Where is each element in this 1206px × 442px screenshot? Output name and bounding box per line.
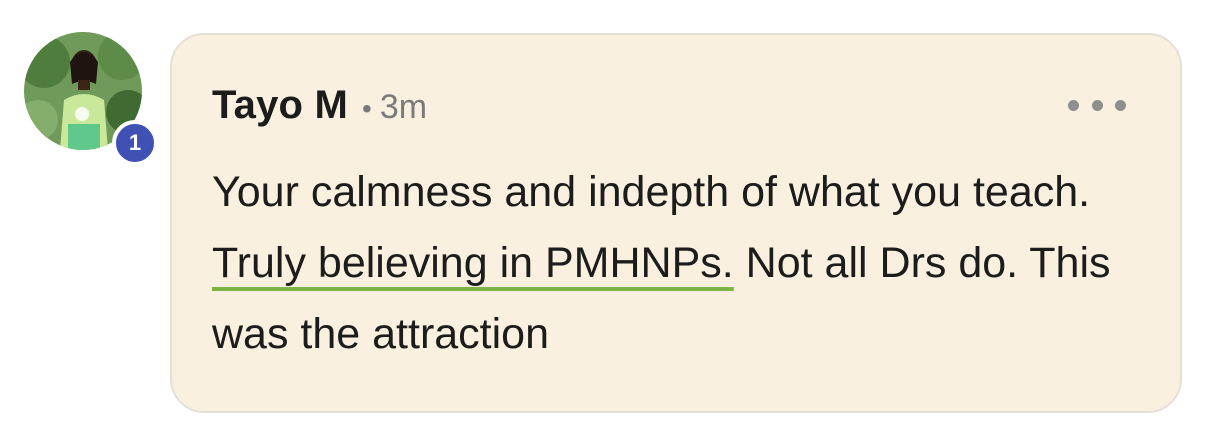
comment-item: 1 Tayo M • 3m Your calmness and indepth … bbox=[0, 0, 1206, 442]
highlighted-text: Truly believing in PMHNPs. bbox=[212, 239, 734, 287]
comment-text-before: Your calmness and indepth of what you te… bbox=[212, 168, 1091, 216]
more-horizontal-icon bbox=[1091, 99, 1103, 111]
author-name[interactable]: Tayo M bbox=[212, 83, 348, 128]
meta-separator: • bbox=[362, 93, 372, 124]
more-horizontal-icon bbox=[1068, 99, 1079, 111]
notification-badge: 1 bbox=[112, 120, 158, 166]
more-options-button[interactable] bbox=[1068, 87, 1126, 123]
comment-text: Your calmness and indepth of what you te… bbox=[212, 157, 1152, 370]
avatar-container[interactable]: 1 bbox=[24, 32, 158, 166]
comment-bubble: Tayo M • 3m Your calmness and indepth of… bbox=[170, 33, 1182, 413]
more-horizontal-icon bbox=[1115, 99, 1126, 111]
timestamp: 3m bbox=[379, 88, 428, 126]
comment-header: Tayo M • 3m bbox=[212, 83, 427, 128]
